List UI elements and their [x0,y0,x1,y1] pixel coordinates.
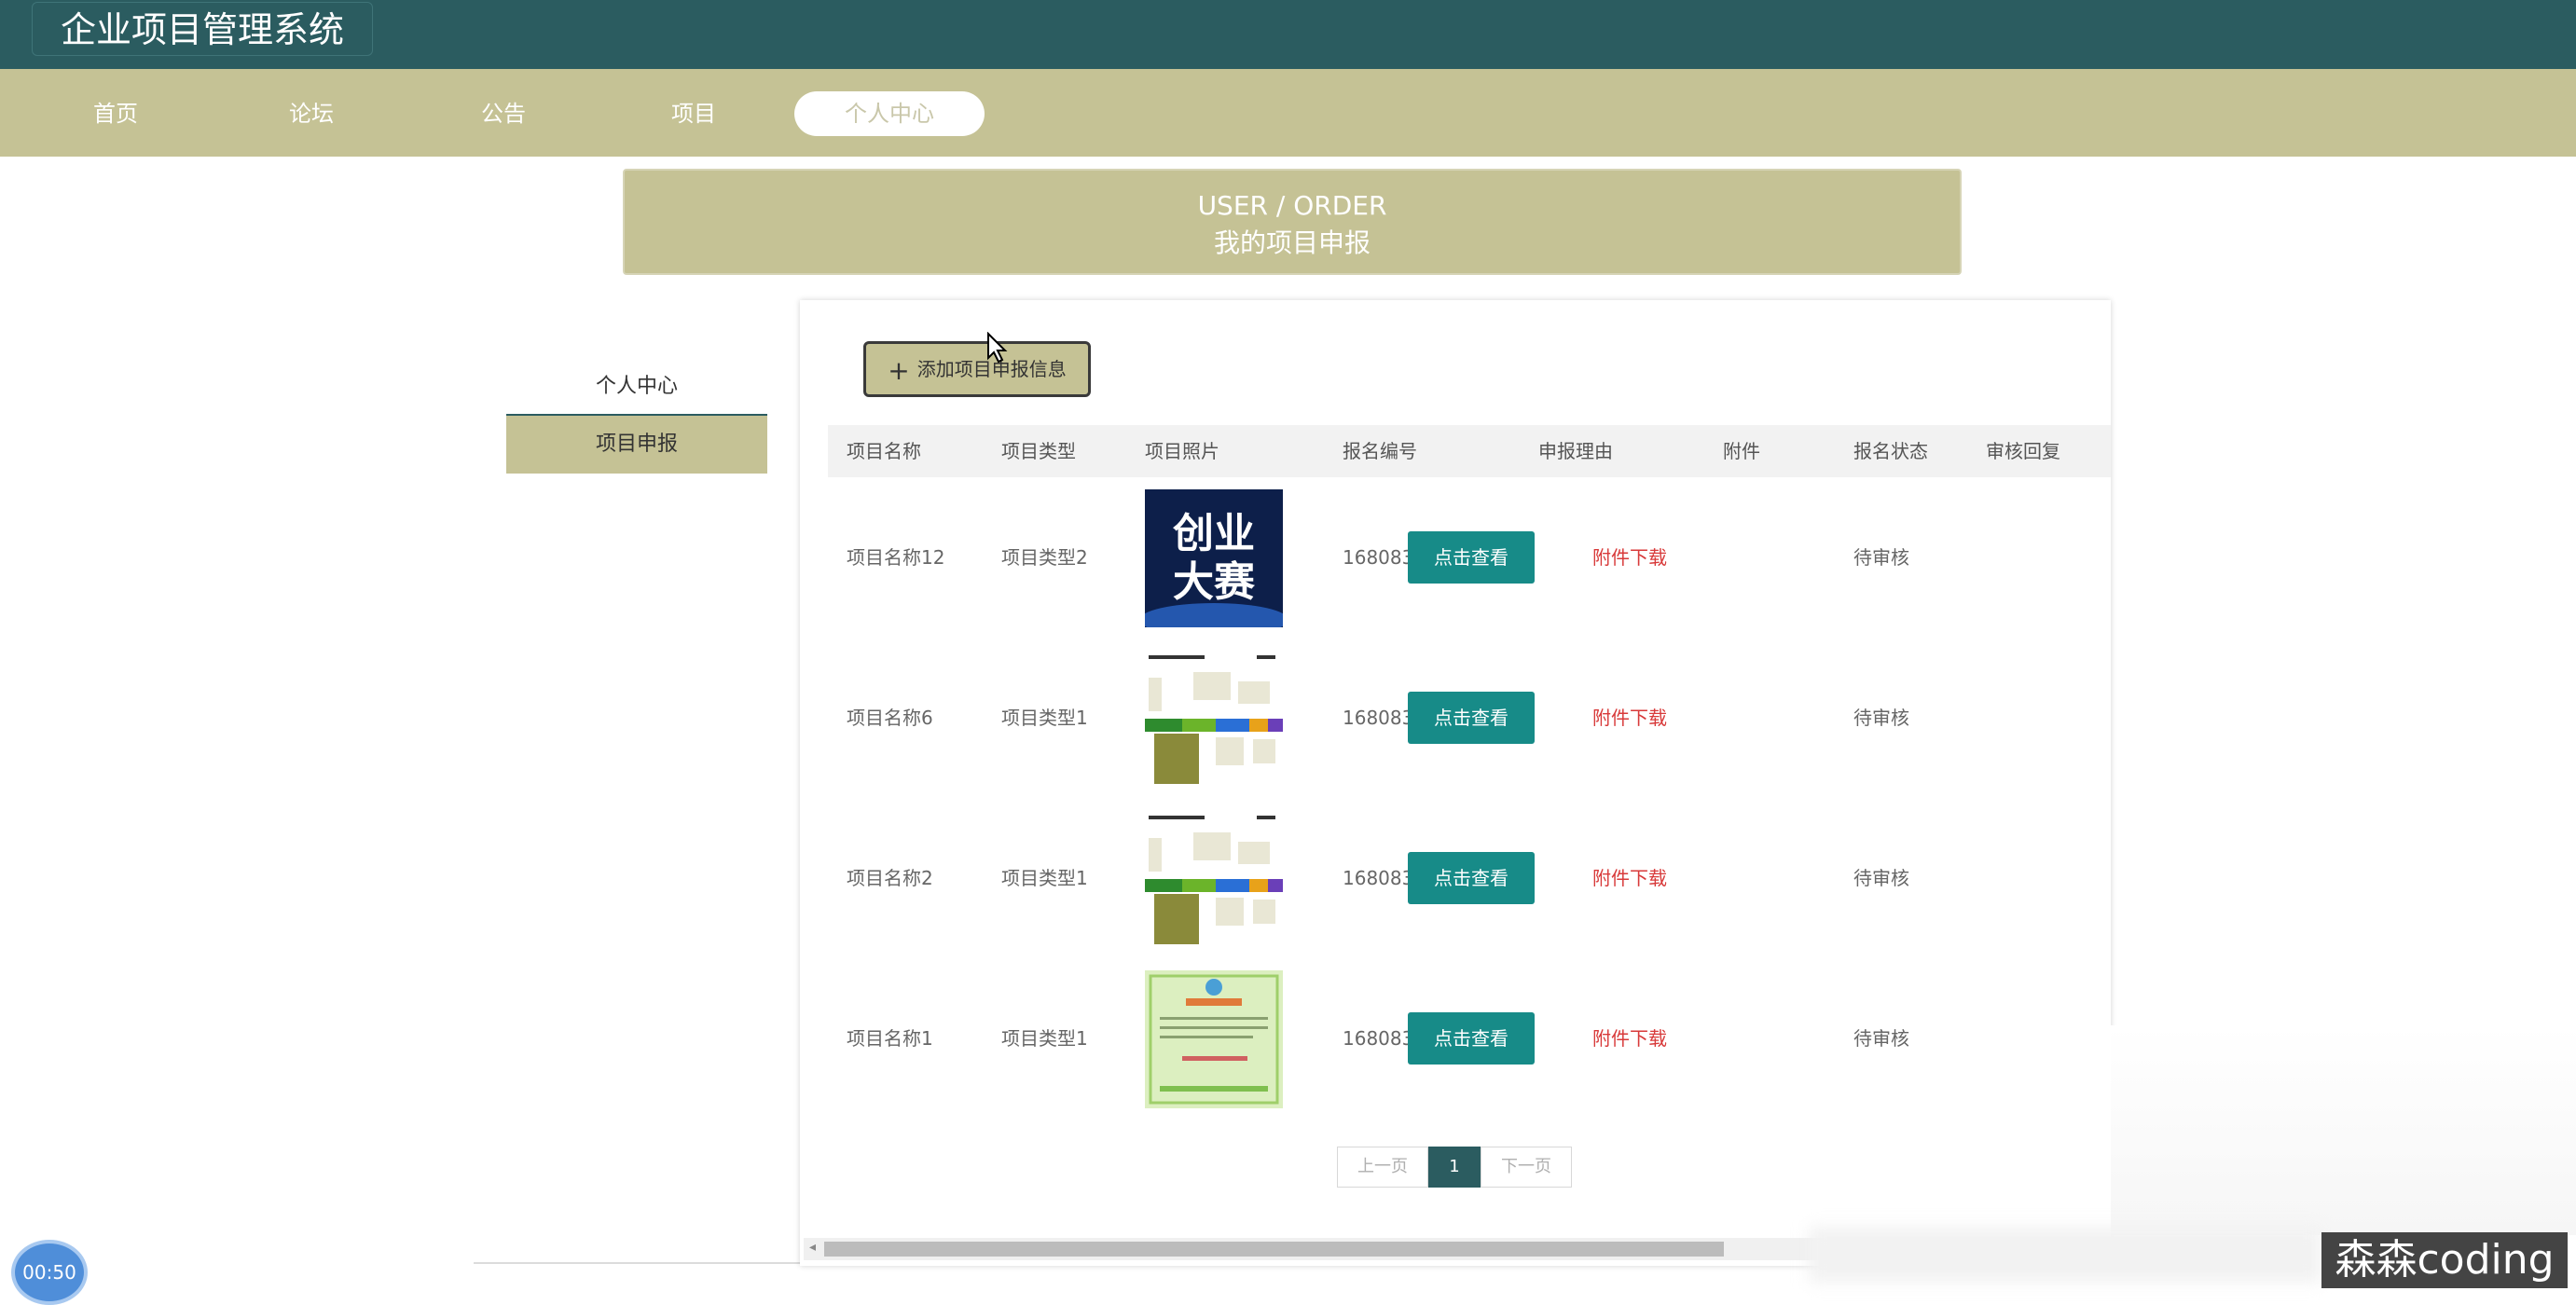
watermark: 森森coding [2321,1232,2568,1288]
view-reason-button[interactable]: 点击查看 [1408,1012,1535,1065]
table-row: 项目名称2 项目类型1 1680834847168 点击查看 附件下 [828,798,2111,958]
sidebar-item-project-apply[interactable]: 项目申报 [506,416,767,474]
nav-item-projects[interactable]: 项目 [638,91,750,136]
cell-name: 项目名称6 [847,707,933,729]
cell-type: 项目类型2 [1001,546,1088,569]
sidebar-item-personal-center[interactable]: 个人中心 [506,358,767,416]
project-photo[interactable] [1145,970,1283,1108]
col-header-reason: 申报理由 [1538,440,1613,462]
nav-item-notice[interactable]: 公告 [448,91,559,136]
cell-type: 项目类型1 [1001,707,1088,729]
plus-icon: + [888,354,910,386]
view-reason-button[interactable]: 点击查看 [1408,531,1535,584]
photo-text-line2: 大赛 [1173,558,1256,606]
cell-status: 待审核 [1853,707,1909,729]
scrollbar-thumb[interactable] [824,1242,1724,1257]
page-number-button[interactable]: 1 [1428,1147,1481,1188]
table-row: 项目名称12 项目类型2 创业 大赛 1680834847180 点击查看 附件… [828,477,2111,638]
cell-name: 项目名称1 [847,1027,933,1050]
col-header-reply: 审核回复 [1986,440,2060,462]
project-photo[interactable] [1145,650,1283,788]
cell-type: 项目类型1 [1001,1027,1088,1050]
col-header-type: 项目类型 [1001,440,1076,462]
cell-status: 待审核 [1853,867,1909,889]
attachment-download-link[interactable]: 附件下载 [1592,958,1667,1119]
project-photo[interactable]: 创业 大赛 [1145,489,1283,627]
col-header-code: 报名编号 [1343,440,1417,462]
table-header: 项目名称 项目类型 项目照片 报名编号 申报理由 附件 报名状态 审核回复 [828,425,2111,477]
page-banner: USER / ORDER 我的项目申报 [623,169,1962,275]
main-nav: 首页 论坛 公告 项目 个人中心 [0,69,2576,157]
page-title: 我的项目申报 [1213,227,1371,258]
sidebar: 个人中心 项目申报 [474,302,802,1264]
cell-status: 待审核 [1853,1027,1909,1050]
view-reason-button[interactable]: 点击查看 [1408,852,1535,904]
photo-text-line1: 创业 [1173,510,1255,557]
nav-item-home[interactable]: 首页 [60,91,172,136]
view-reason-button[interactable]: 点击查看 [1408,692,1535,744]
attachment-download-link[interactable]: 附件下载 [1592,477,1667,638]
next-page-button[interactable]: 下一页 [1481,1147,1572,1188]
cell-name: 项目名称2 [847,867,933,889]
recording-fade-overlay [2111,1025,2576,1235]
cell-status: 待审核 [1853,546,1909,569]
table-row: 项目名称1 项目类型1 1680834847230 点击查看 附件下载 待审核 [828,958,2111,1119]
prev-page-button[interactable]: 上一页 [1337,1147,1428,1188]
mouse-cursor-icon [987,332,1008,364]
banner-subtitle: USER / ORDER [1197,190,1387,221]
attachment-download-link[interactable]: 附件下载 [1592,798,1667,958]
content-panel: + 添加项目申报信息 项目名称 项目类型 项目照片 报名编号 申报理由 附件 报名… [800,300,2111,1266]
scroll-left-icon[interactable]: ◂ [809,1240,816,1255]
app-title: 企业项目管理系统 [32,2,373,56]
table-row: 项目名称6 项目类型1 1680834847223 点击查看 附件下 [828,638,2111,798]
cell-type: 项目类型1 [1001,867,1088,889]
blurred-region [1809,1227,2321,1283]
col-header-photo: 项目照片 [1145,440,1219,462]
col-header-name: 项目名称 [847,440,921,462]
project-photo[interactable] [1145,810,1283,948]
top-header-bar: 企业项目管理系统 [0,0,2576,69]
cell-name: 项目名称12 [847,546,945,569]
recording-timer-badge: 00:50 [11,1240,88,1305]
nav-item-forum[interactable]: 论坛 [255,91,367,136]
col-header-attachment: 附件 [1723,440,1760,462]
attachment-download-link[interactable]: 附件下载 [1592,638,1667,798]
nav-item-personal-center[interactable]: 个人中心 [794,91,985,136]
col-header-status: 报名状态 [1853,440,1928,462]
add-project-apply-button[interactable]: + 添加项目申报信息 [863,341,1091,397]
